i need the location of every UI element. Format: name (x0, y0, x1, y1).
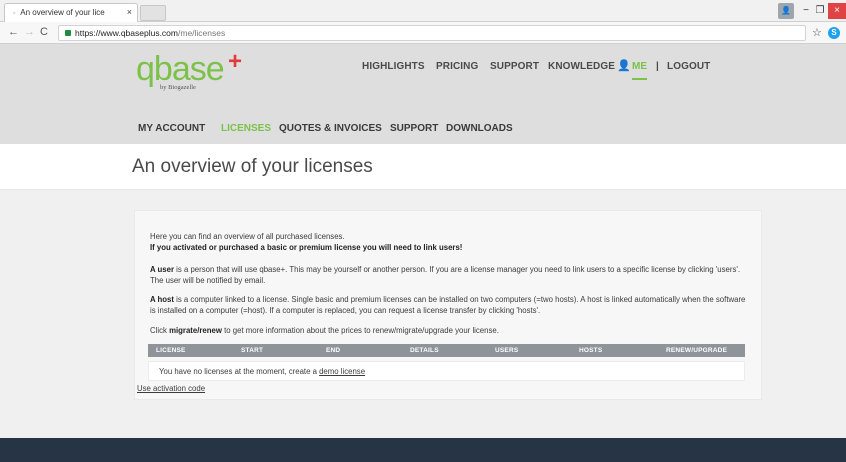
nav-pricing[interactable]: PRICING (436, 61, 478, 72)
intro-warning: If you activated or purchased a basic or… (150, 243, 463, 252)
logo-subtitle: by Biogazelle (160, 84, 196, 91)
col-renew-upgrade: RENEW/UPGRADE (666, 347, 728, 354)
forward-icon[interactable]: → (24, 26, 35, 38)
skype-extension-icon[interactable]: S (828, 27, 840, 39)
host-text: is a computer linked to a license. Singl… (150, 295, 746, 315)
page-title: An overview of your licenses (132, 156, 373, 177)
intro-text: Here you can find an overview of all pur… (150, 232, 345, 241)
site-header: qbase + by Biogazelle HIGHLIGHTS PRICING… (0, 44, 846, 144)
footer (0, 438, 846, 462)
empty-message: You have no licenses at the moment, crea… (159, 367, 366, 376)
nav-me[interactable]: ME (632, 61, 647, 72)
col-end: END (326, 347, 341, 354)
col-hosts: HOSTS (579, 347, 603, 354)
address-bar-row: ← → C https://www.qbaseplus.com/me/licen… (0, 22, 846, 44)
col-users: USERS (495, 347, 519, 354)
subnav-downloads[interactable]: DOWNLOADS (446, 123, 513, 134)
col-start: START (241, 347, 264, 354)
active-indicator (632, 78, 647, 80)
user-text: is a person that will use qbase+. This m… (150, 265, 741, 285)
tab-close-icon[interactable]: × (127, 7, 132, 17)
col-details: DETAILS (410, 347, 439, 354)
reload-icon[interactable]: C (40, 26, 48, 38)
url-host: https://www.qbaseplus.com (75, 28, 178, 38)
migrate-term: migrate/renew (169, 326, 222, 335)
url-path: /me/licenses (178, 28, 226, 38)
migrate-paragraph: Click migrate/renew to get more informat… (150, 326, 499, 335)
new-tab-button[interactable] (140, 5, 166, 21)
nav-support[interactable]: SUPPORT (490, 61, 539, 72)
url-input[interactable]: https://www.qbaseplus.com/me/licenses (58, 25, 806, 41)
tab-title: An overview of your lice (20, 8, 105, 17)
browser-tab[interactable]: ◦ An overview of your lice × (4, 3, 138, 22)
user-paragraph: A user is a person that will use qbase+.… (150, 264, 750, 286)
profile-icon[interactable]: 👤 (778, 3, 794, 19)
bookmark-star-icon[interactable]: ☆ (812, 26, 822, 39)
nav-highlights[interactable]: HIGHLIGHTS (362, 61, 425, 72)
back-icon[interactable]: ← (8, 26, 19, 38)
subnav-support[interactable]: SUPPORT (390, 123, 438, 134)
favicon-icon: ◦ (13, 10, 16, 17)
intro-paragraph: Here you can find an overview of all pur… (150, 231, 750, 253)
demo-license-link[interactable]: demo license (319, 367, 365, 376)
table-row: You have no licenses at the moment, crea… (148, 361, 745, 381)
nav-separator: | (656, 61, 659, 72)
logo-plus: + (228, 48, 243, 75)
host-paragraph: A host is a computer linked to a license… (150, 294, 750, 316)
lock-icon (65, 30, 71, 36)
subnav-quotes-invoices[interactable]: QUOTES & INVOICES (279, 123, 382, 134)
host-term: A host (150, 295, 174, 304)
maximize-icon[interactable]: ❐ (814, 3, 826, 19)
user-term: A user (150, 265, 174, 274)
nav-knowledge[interactable]: KNOWLEDGE (548, 61, 615, 72)
user-icon: 👤 (617, 60, 631, 72)
col-license: LICENSE (156, 347, 186, 354)
subnav-my-account[interactable]: MY ACCOUNT (138, 123, 205, 134)
minimize-icon[interactable]: − (800, 3, 812, 19)
browser-tab-bar: ◦ An overview of your lice × 👤 − ❐ × (0, 0, 846, 22)
licenses-table-header: LICENSE START END DETAILS USERS HOSTS RE… (148, 344, 745, 357)
use-activation-code-link[interactable]: Use activation code (137, 384, 205, 393)
subnav-licenses[interactable]: LICENSES (221, 123, 271, 134)
close-window-icon[interactable]: × (828, 3, 846, 19)
nav-logout[interactable]: LOGOUT (667, 61, 710, 72)
title-band: An overview of your licenses (0, 144, 846, 190)
